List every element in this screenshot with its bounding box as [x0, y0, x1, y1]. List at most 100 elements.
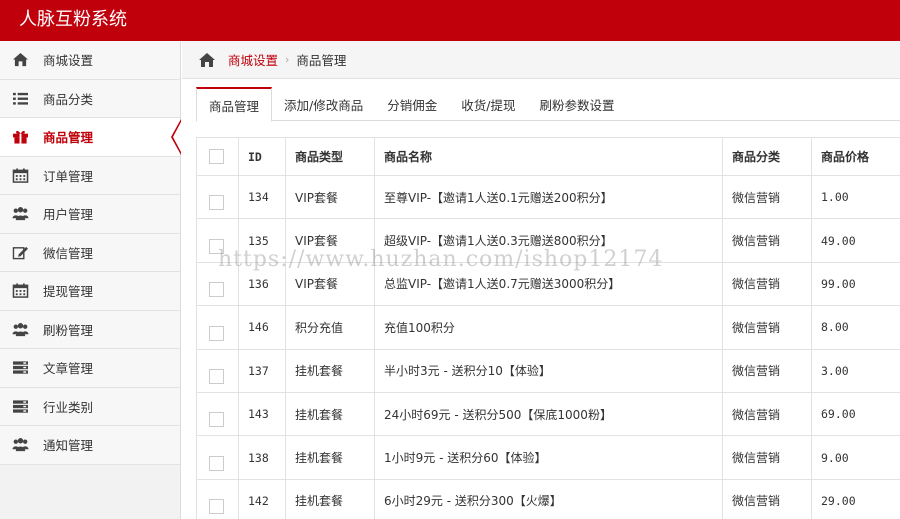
cell-name: 至尊VIP-【邀请1人送0.1元赠送200积分】	[374, 174, 723, 220]
cell-category: 微信营销	[722, 218, 812, 263]
sidebar-item-label: 商品管理	[43, 130, 94, 146]
sidebar-item-label: 订单管理	[43, 168, 94, 184]
column-header-type[interactable]: 商品类型	[285, 137, 375, 176]
cell-name: 充值100积分	[374, 305, 723, 350]
cell-price: 9.00	[811, 435, 900, 480]
cell-price: 69.00	[811, 391, 900, 437]
users-icon	[11, 437, 29, 453]
cell-type: 挂机套餐	[285, 391, 375, 437]
tab-3[interactable]: 收货/提现	[449, 87, 527, 121]
cell-type: 积分充值	[285, 305, 375, 350]
column-header-price[interactable]: 商品价格	[811, 137, 900, 176]
table-row[interactable]: 142 挂机套餐 6小时29元 - 送积分300【火爆】 微信营销 29.00	[196, 478, 900, 519]
row-checkbox[interactable]	[209, 499, 224, 515]
cell-name: 超级VIP-【邀请1人送0.3元赠送800积分】	[374, 218, 723, 263]
sidebar-item-8[interactable]: 文章管理	[0, 349, 180, 388]
row-checkbox[interactable]	[209, 368, 224, 384]
table-row[interactable]: 136 VIP套餐 总监VIP-【邀请1人送0.7元赠送3000积分】 微信营销 99.…	[196, 261, 900, 307]
sidebar-item-label: 刷粉管理	[43, 322, 94, 338]
sidebar-item-label: 行业类别	[43, 399, 94, 415]
cell-id: 134	[238, 174, 286, 220]
sidebar-item-3[interactable]: 订单管理	[0, 156, 180, 195]
row-select-cell	[196, 174, 239, 220]
cell-id: 142	[238, 478, 286, 519]
cell-id: 135	[238, 218, 286, 263]
cell-category: 微信营销	[722, 305, 812, 350]
table-row[interactable]: 135 VIP套餐 超级VIP-【邀请1人送0.3元赠送800积分】 微信营销 49.0…	[196, 218, 900, 263]
select-all-cell	[196, 137, 239, 176]
cell-id: 137	[238, 348, 286, 393]
select-all-checkbox[interactable]	[209, 149, 224, 164]
cell-category: 微信营销	[722, 174, 812, 220]
table-row[interactable]: 137 挂机套餐 半小时3元 - 送积分10【体验】 微信营销 3.00	[196, 348, 900, 393]
tab-4[interactable]: 刷粉参数设置	[527, 87, 626, 121]
users-icon	[11, 206, 29, 222]
row-checkbox[interactable]	[209, 195, 224, 211]
cell-category: 微信营销	[722, 391, 812, 437]
breadcrumb-separator: ›	[285, 53, 290, 66]
row-checkbox[interactable]	[209, 238, 224, 254]
home-icon[interactable]	[198, 52, 216, 68]
cell-type: VIP套餐	[285, 261, 375, 307]
cell-price: 99.00	[811, 261, 900, 307]
top-bar: 人脉互粉系统	[0, 0, 900, 41]
sidebar-item-label: 提现管理	[43, 284, 94, 300]
sidebar-item-0[interactable]: 商城设置	[0, 41, 180, 80]
edit-icon	[11, 244, 29, 260]
server-icon	[11, 360, 29, 376]
cell-type: 挂机套餐	[285, 478, 375, 519]
list-icon	[11, 90, 29, 106]
row-select-cell	[196, 305, 239, 350]
sidebar-item-10[interactable]: 通知管理	[0, 426, 180, 465]
cell-name: 6小时29元 - 送积分300【火爆】	[374, 478, 723, 519]
sidebar-item-label: 通知管理	[43, 438, 94, 454]
cell-category: 微信营销	[722, 435, 812, 480]
row-select-cell	[196, 478, 239, 519]
cell-name: 24小时69元 - 送积分500【保底1000粉】	[374, 391, 723, 437]
cell-id: 143	[238, 391, 286, 437]
row-checkbox[interactable]	[209, 325, 224, 341]
breadcrumb: 商城设置 › 商品管理	[182, 41, 900, 79]
cell-category: 微信营销	[722, 478, 812, 519]
sidebar-item-label: 商品分类	[43, 91, 94, 107]
table-row[interactable]: 146 积分充值 充值100积分 微信营销 8.00	[196, 305, 900, 350]
tab-bar: 商品管理 添加/修改商品 分销佣金 收货/提现 刷粉参数设置	[196, 87, 900, 122]
home-icon	[11, 52, 29, 68]
cell-name: 总监VIP-【邀请1人送0.7元赠送3000积分】	[374, 261, 723, 307]
sidebar-item-4[interactable]: 用户管理	[0, 195, 180, 234]
cell-type: VIP套餐	[285, 218, 375, 263]
table-row[interactable]: 143 挂机套餐 24小时69元 - 送积分500【保底1000粉】 微信营销 69.0…	[196, 391, 900, 437]
table-row[interactable]: 138 挂机套餐 1小时9元 - 送积分60【体验】 微信营销 9.00	[196, 435, 900, 480]
column-header-category[interactable]: 商品分类	[722, 137, 812, 176]
tab-1[interactable]: 添加/修改商品	[272, 87, 375, 121]
cell-price: 49.00	[811, 218, 900, 263]
sidebar-item-7[interactable]: 刷粉管理	[0, 310, 180, 349]
cell-type: VIP套餐	[285, 174, 375, 220]
column-header-id[interactable]: ID	[238, 137, 286, 176]
cell-id: 138	[238, 435, 286, 480]
tab-2[interactable]: 分销佣金	[375, 87, 449, 121]
users-icon	[11, 321, 29, 337]
row-select-cell	[196, 435, 239, 480]
calendar-icon	[11, 283, 29, 299]
table-row[interactable]: 134 VIP套餐 至尊VIP-【邀请1人送0.1元赠送200积分】 微信营销 1.00	[196, 174, 900, 220]
sidebar-item-6[interactable]: 提现管理	[0, 272, 180, 311]
app-title: 人脉互粉系统	[19, 9, 127, 30]
column-header-name[interactable]: 商品名称	[374, 137, 723, 176]
sidebar-item-9[interactable]: 行业类别	[0, 387, 180, 426]
tab-0[interactable]: 商品管理	[196, 87, 273, 122]
sidebar-item-2[interactable]: 商品管理	[0, 118, 181, 157]
cell-price: 29.00	[811, 478, 900, 519]
cell-category: 微信营销	[722, 261, 812, 307]
cell-price: 8.00	[811, 305, 900, 350]
breadcrumb-link-shop-settings[interactable]: 商城设置	[228, 50, 278, 69]
cell-id: 136	[238, 261, 286, 307]
cell-id: 146	[238, 305, 286, 350]
sidebar-item-1[interactable]: 商品分类	[0, 79, 180, 118]
row-checkbox[interactable]	[209, 455, 224, 471]
cell-type: 挂机套餐	[285, 348, 375, 393]
sidebar-item-label: 微信管理	[43, 245, 94, 261]
row-checkbox[interactable]	[209, 412, 224, 428]
sidebar-item-5[interactable]: 微信管理	[0, 233, 180, 272]
row-checkbox[interactable]	[209, 282, 224, 298]
